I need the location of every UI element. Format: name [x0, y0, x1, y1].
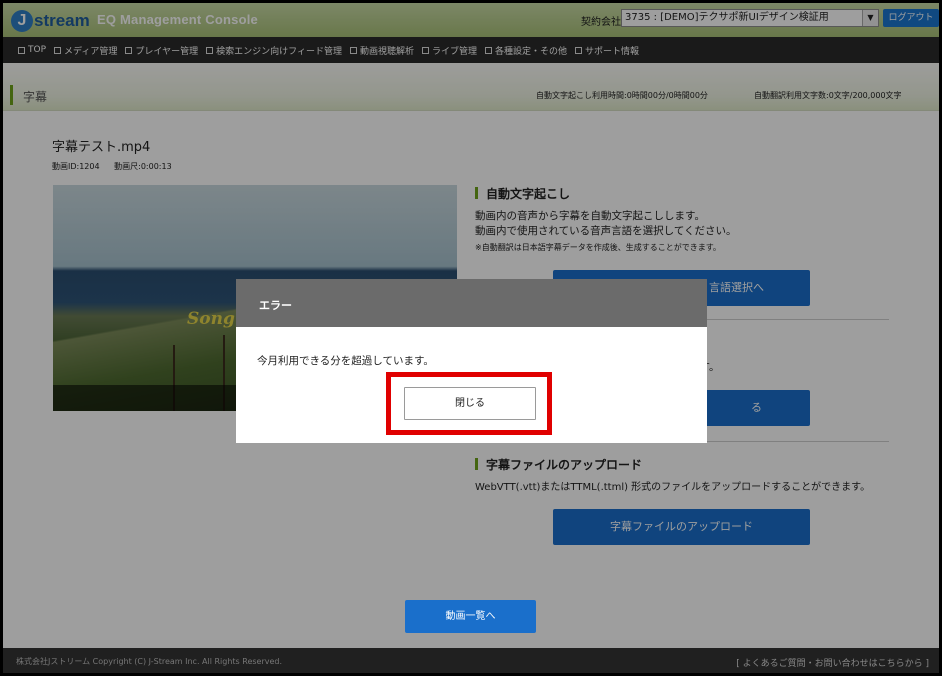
- app-frame: J stream EQ Management Console 契約会社: 373…: [3, 3, 939, 673]
- modal-header: エラー: [236, 279, 707, 327]
- faq-contact-link[interactable]: [ よくあるご質問・お問い合わせはこちらから ]: [736, 656, 929, 669]
- error-modal: エラー 今月利用できる分を超過しています。 閉じる: [236, 279, 707, 443]
- back-to-video-list-button[interactable]: 動画一覧へ: [405, 600, 536, 633]
- copyright-text: 株式会社Jストリーム Copyright (C) J-Stream Inc. A…: [16, 657, 283, 666]
- modal-message: 今月利用できる分を超過しています。: [257, 355, 434, 367]
- footer: 株式会社Jストリーム Copyright (C) J-Stream Inc. A…: [3, 648, 939, 673]
- modal-title: エラー: [259, 299, 292, 312]
- close-button[interactable]: 閉じる: [404, 387, 536, 420]
